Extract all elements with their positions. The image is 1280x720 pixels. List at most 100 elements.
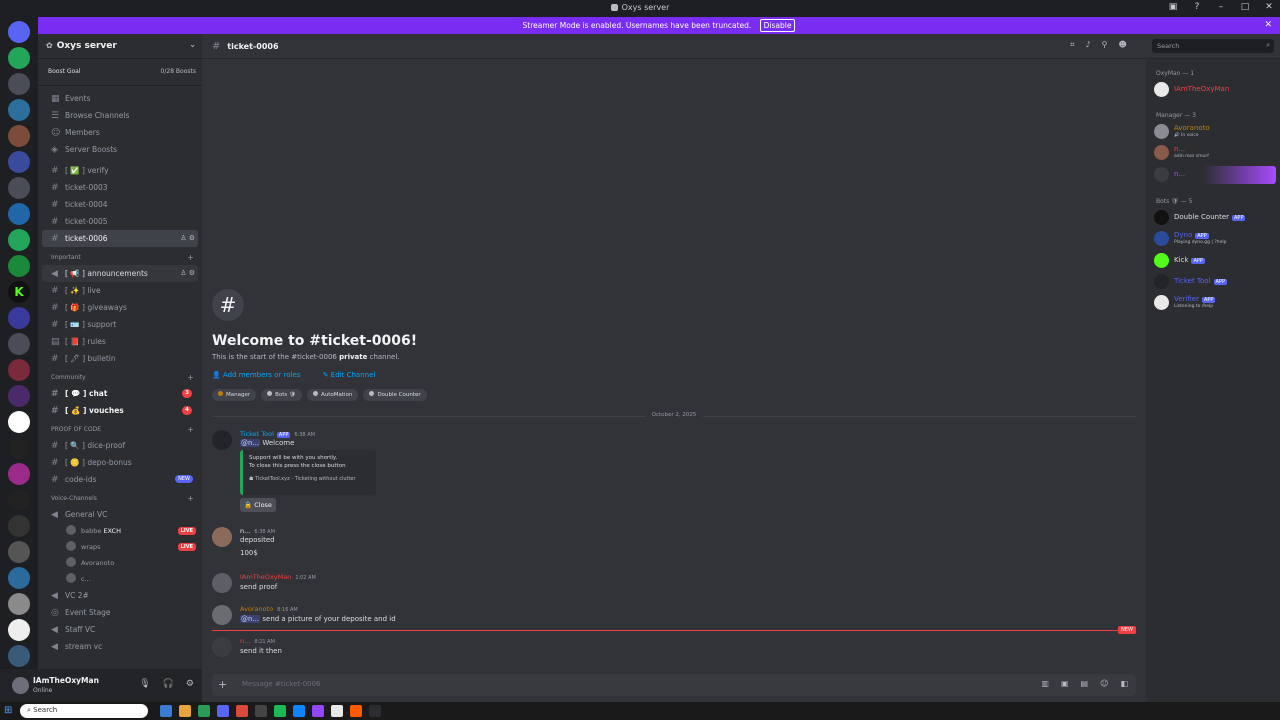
windows-start-icon[interactable]: ⊞	[4, 705, 16, 717]
app-icon[interactable]	[160, 705, 172, 717]
voice-general-vc[interactable]: ◀ General VC	[42, 506, 198, 523]
nav-members[interactable]: ☺ Members	[42, 124, 198, 141]
close-window-icon[interactable]: ✕	[1264, 2, 1274, 12]
nav-events[interactable]: ▦ Events	[42, 90, 198, 107]
close-banner-icon[interactable]: ✕	[1264, 17, 1272, 34]
voice-user[interactable]: wraps LIVE	[38, 539, 202, 555]
server-header[interactable]: ✿ Oxys server ⌄	[38, 34, 202, 59]
category-proof[interactable]: PROOF OF CODE +	[38, 423, 202, 437]
add-channel-icon[interactable]: +	[187, 423, 194, 437]
app-icon[interactable]	[179, 705, 191, 717]
gif-icon[interactable]: ▣	[1061, 679, 1069, 688]
server-icon[interactable]	[8, 307, 30, 329]
channel-ticket-0005[interactable]: # ticket-0005	[42, 213, 198, 230]
taskbar-search[interactable]: ⌕ Search	[20, 704, 148, 718]
app-icon[interactable]	[236, 705, 248, 717]
server-icon[interactable]	[8, 359, 30, 381]
message-input[interactable]: Message #ticket-0006	[242, 680, 321, 688]
category-important[interactable]: Important +	[38, 251, 202, 265]
role-pill[interactable]: Double Counter	[363, 389, 427, 401]
server-icon[interactable]	[8, 541, 30, 563]
add-members-link[interactable]: 👤 Add members or roles	[212, 371, 310, 379]
server-icon[interactable]	[8, 515, 30, 537]
nav-server-boosts[interactable]: ◈ Server Boosts	[42, 141, 198, 158]
member-item[interactable]: n...	[1154, 166, 1276, 184]
voice-user[interactable]: c...	[38, 571, 202, 587]
member-item[interactable]: Verifier APP Listening to /help	[1154, 294, 1276, 312]
channel-bulletin[interactable]: # [ 🖊 ] bulletin	[42, 350, 198, 367]
server-icon[interactable]	[8, 437, 30, 459]
mention[interactable]: @n...	[240, 615, 261, 623]
disable-button[interactable]: Disable	[759, 19, 796, 32]
server-icon[interactable]	[8, 333, 30, 355]
voice-user[interactable]: Avoranoto	[38, 555, 202, 571]
microphone-icon[interactable]: 🎙	[139, 679, 150, 689]
role-pill[interactable]: Manager	[212, 389, 257, 401]
nav-browse-channels[interactable]: ☰ Browse Channels	[42, 107, 198, 124]
server-icon[interactable]	[8, 125, 30, 147]
author-name[interactable]: IAmTheOxyMan	[240, 573, 291, 581]
author-name[interactable]: n...	[240, 637, 250, 645]
server-icon[interactable]	[8, 229, 30, 251]
member-item[interactable]: Dyno APP Playing dyno.gg | ?help	[1154, 230, 1276, 248]
stage-event[interactable]: ◎ Event Stage	[42, 604, 198, 621]
server-icon[interactable]	[8, 255, 30, 277]
channel-rules[interactable]: ▤ [ 📕 ] rules	[42, 333, 198, 350]
inbox-icon[interactable]: ▣	[1168, 2, 1178, 12]
channel-verify[interactable]: # [ ✅ ] verify	[42, 162, 198, 179]
app-icon[interactable]	[217, 705, 229, 717]
app-icon[interactable]	[369, 705, 381, 717]
help-icon[interactable]: ?	[1192, 2, 1202, 12]
chevron-down-icon[interactable]: ⌄	[189, 40, 196, 49]
kick-server-icon[interactable]: K	[8, 281, 30, 303]
server-icon[interactable]	[8, 567, 30, 589]
channel-support[interactable]: # [ 🪪 ] support	[42, 316, 198, 333]
channel-depo-bonus[interactable]: # [ 🪙 ] depo-bonus	[42, 454, 198, 471]
edit-channel-link[interactable]: ✎ Edit Channel	[323, 371, 386, 379]
add-channel-icon[interactable]: +	[187, 371, 194, 385]
invite-settings-icons[interactable]: ♙ ⚙	[180, 230, 195, 247]
category-community[interactable]: Community +	[38, 371, 202, 385]
avatar[interactable]	[212, 430, 232, 450]
threads-icon[interactable]: ⌗	[1070, 40, 1075, 50]
avatar[interactable]	[212, 605, 232, 625]
channel-giveaways[interactable]: # [ 🎁 ] giveaways	[42, 299, 198, 316]
app-icon[interactable]	[255, 705, 267, 717]
member-item[interactable]: Ticket Tool APP	[1154, 273, 1276, 291]
voice-vc2[interactable]: ◀ VC 2#	[42, 587, 198, 604]
voice-staff-vc[interactable]: ◀ Staff VC	[42, 621, 198, 638]
member-item[interactable]: Kick APP	[1154, 252, 1276, 270]
member-item[interactable]: IAmTheOxyMan	[1154, 81, 1276, 99]
add-channel-icon[interactable]: +	[187, 492, 194, 506]
server-icon[interactable]	[8, 463, 30, 485]
channel-ticket-0004[interactable]: # ticket-0004	[42, 196, 198, 213]
app-icon[interactable]	[293, 705, 305, 717]
server-icon[interactable]	[8, 151, 30, 173]
server-icon[interactable]	[8, 645, 30, 667]
settings-icon[interactable]: ⚙	[186, 679, 194, 689]
server-icon[interactable]	[8, 619, 30, 641]
voice-stream-vc[interactable]: ◀ stream vc	[42, 638, 198, 655]
channel-announcements[interactable]: ◀ [ 📢 ] announcements ♙ ⚙	[42, 265, 198, 282]
pin-icon[interactable]: ⚲	[1102, 40, 1108, 50]
avatar[interactable]	[212, 527, 232, 547]
app-icon[interactable]	[274, 705, 286, 717]
member-item[interactable]: Avoranoto 🔊 In voice	[1154, 123, 1276, 141]
avatar[interactable]	[12, 677, 29, 694]
mention[interactable]: @n...	[240, 439, 261, 447]
server-icon[interactable]	[8, 203, 30, 225]
search-input[interactable]: Search ⌕	[1152, 39, 1274, 53]
avatar[interactable]	[212, 637, 232, 657]
server-icon[interactable]	[8, 73, 30, 95]
sticker-icon[interactable]: ▤	[1081, 679, 1089, 688]
server-icon[interactable]	[8, 99, 30, 121]
server-icon[interactable]	[8, 47, 30, 69]
attach-plus-icon[interactable]: +	[218, 678, 227, 691]
add-channel-icon[interactable]: +	[187, 251, 194, 265]
role-pill[interactable]: AutoMation	[307, 389, 359, 401]
home-button[interactable]	[8, 21, 30, 43]
message-composer[interactable]: + Message #ticket-0006 ▥ ▣ ▤ ☺ ◧	[212, 674, 1136, 696]
apps-icon[interactable]: ◧	[1120, 679, 1128, 688]
channel-ticket-0006[interactable]: # ticket-0006 ♙ ⚙	[42, 230, 198, 247]
author-name[interactable]: n...	[240, 527, 250, 535]
